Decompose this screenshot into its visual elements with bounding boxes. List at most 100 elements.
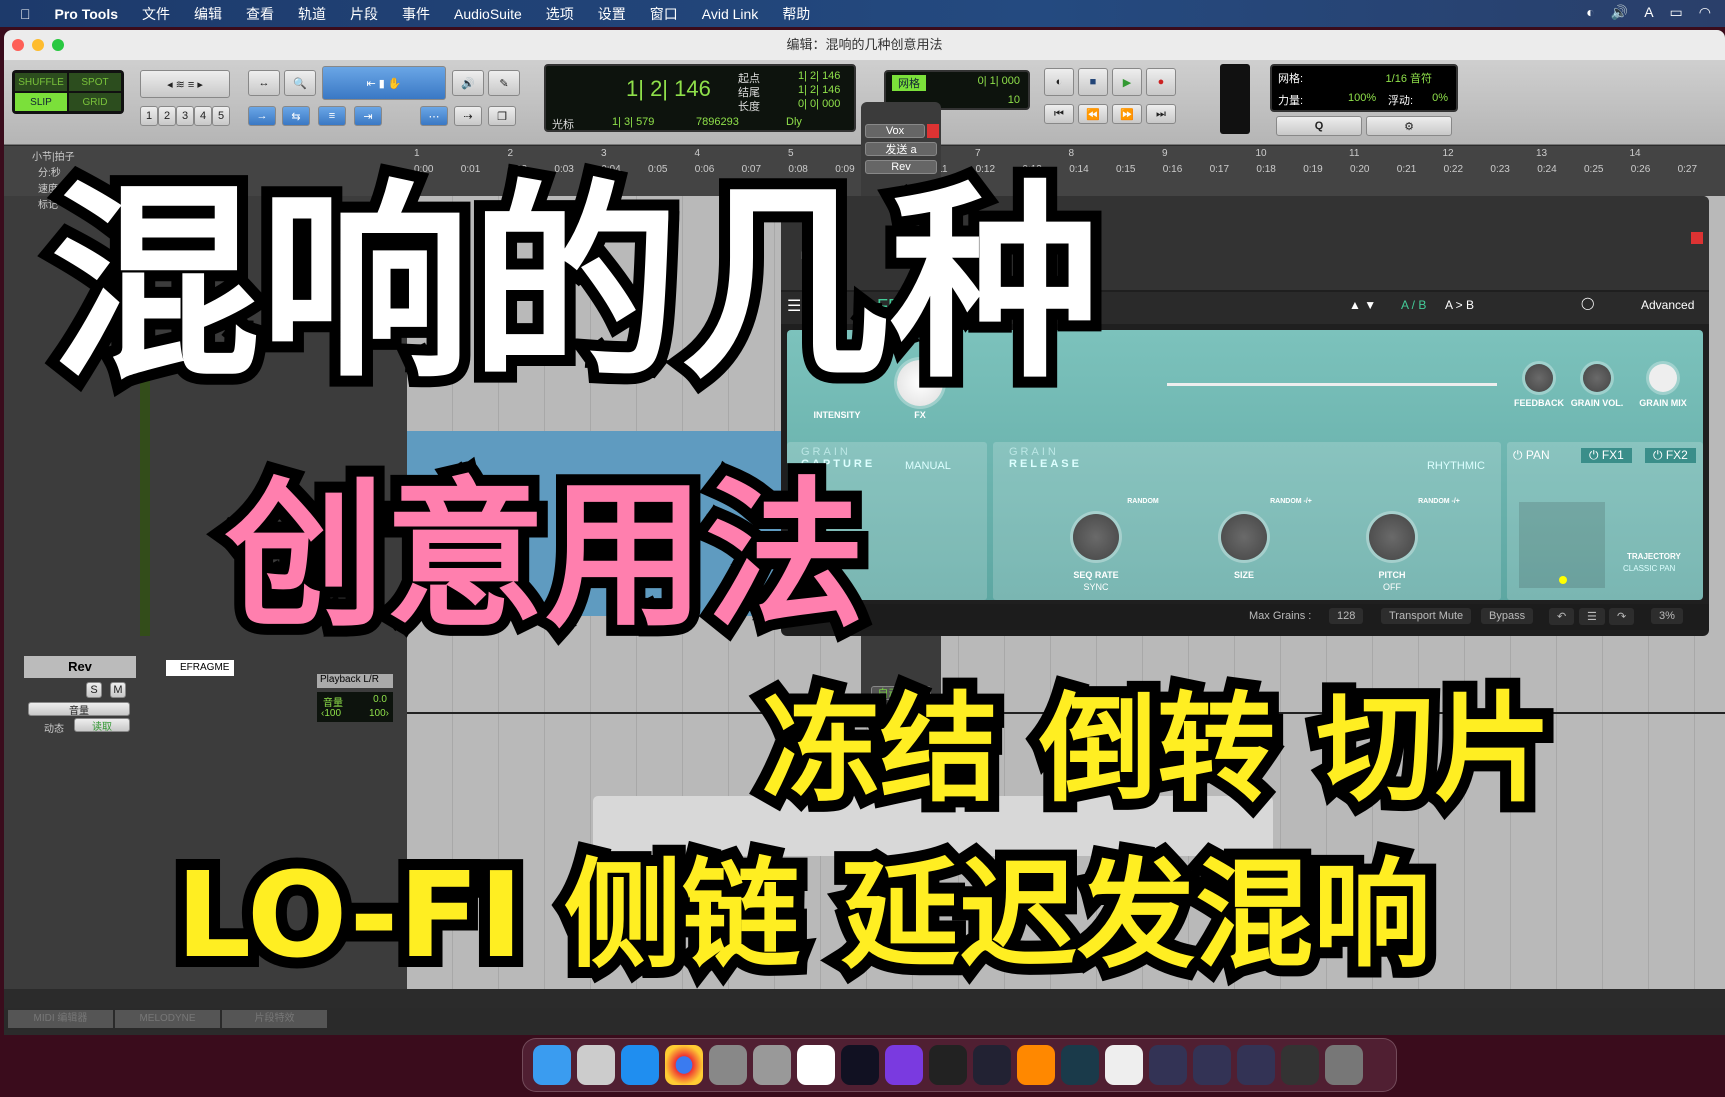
zoom-preset-3[interactable]: 3 xyxy=(176,106,194,126)
grid-value[interactable]: 0| 1| 000 xyxy=(978,75,1020,87)
trajectory-dot[interactable] xyxy=(1559,576,1567,584)
seq-rate-random[interactable]: RANDOM xyxy=(1103,498,1183,505)
tab-fx1[interactable]: ⏻ FX1 xyxy=(1581,448,1632,463)
tab-pan[interactable]: ⏻ PAN xyxy=(1513,448,1550,463)
grid-label[interactable]: 网格 xyxy=(892,75,926,91)
online-button[interactable]: ◐ xyxy=(1044,68,1074,96)
pitch-knob[interactable] xyxy=(1369,514,1415,560)
menu-app[interactable]: Pro Tools xyxy=(55,6,119,22)
grain-mix-knob[interactable] xyxy=(1649,364,1677,392)
preset-arrows-icon[interactable]: ▲ ▼ xyxy=(1349,298,1376,312)
play-button[interactable]: ▶ xyxy=(1112,68,1142,96)
output-knob-icon[interactable]: ◯ xyxy=(1581,296,1594,310)
size-knob[interactable] xyxy=(1221,514,1267,560)
insert-slot[interactable]: EFRAGME xyxy=(166,660,234,676)
quantize-grid-value[interactable]: 1/16 音符 xyxy=(1386,70,1432,86)
obs-icon[interactable] xyxy=(973,1045,1011,1085)
vol-value[interactable]: 0.0 xyxy=(373,694,387,705)
document-icon[interactable] xyxy=(1105,1045,1143,1085)
zoom-preset-5[interactable]: 5 xyxy=(212,106,230,126)
ab-toggle[interactable]: A / B xyxy=(1401,298,1426,312)
capture-mode-select[interactable]: MANUAL xyxy=(905,460,951,472)
max-grains-value[interactable]: 128 xyxy=(1329,608,1364,624)
tab-melodyne[interactable]: MELODYNE xyxy=(115,1010,220,1028)
mode-grid[interactable]: GRID xyxy=(69,93,121,111)
pitch-random[interactable]: RANDOM -/+ xyxy=(1399,498,1479,505)
menu-clip[interactable]: 片段 xyxy=(350,4,378,24)
pro-tools-icon[interactable] xyxy=(885,1045,923,1085)
strength-value[interactable]: 100% xyxy=(1348,92,1376,104)
close-button[interactable] xyxy=(12,39,24,51)
transport-mute-button[interactable]: Transport Mute xyxy=(1381,608,1472,624)
zoom-button[interactable] xyxy=(52,39,64,51)
system-settings-icon[interactable] xyxy=(709,1045,747,1085)
cloud-app-icon[interactable] xyxy=(797,1045,835,1085)
scrub-tool-icon[interactable]: 🔊 xyxy=(452,70,484,96)
output-select[interactable]: Playback L/R xyxy=(317,674,393,688)
solo-button[interactable]: S xyxy=(86,682,102,698)
menu-event[interactable]: 事件 xyxy=(402,4,430,24)
input-source-icon[interactable]: A xyxy=(1644,4,1653,21)
grain-vol-knob[interactable] xyxy=(1583,364,1611,392)
ui-zoom[interactable]: 3% xyxy=(1651,608,1683,624)
menu-track[interactable]: 轨道 xyxy=(298,4,326,24)
automation-read-select[interactable]: 读取 xyxy=(74,718,130,733)
finder-icon[interactable] xyxy=(533,1045,571,1085)
record-button[interactable]: ● xyxy=(1146,68,1176,96)
zoom-preset-1[interactable]: 1 xyxy=(140,106,158,126)
zoom-preset-4[interactable]: 4 xyxy=(194,106,212,126)
go-to-end-button[interactable]: ⏭ xyxy=(1146,104,1176,124)
apple-icon[interactable]:  xyxy=(20,6,31,22)
mode-shuffle[interactable]: SHUFFLE xyxy=(15,73,67,91)
terminal-icon[interactable] xyxy=(929,1045,967,1085)
advanced-button[interactable]: Advanced xyxy=(1641,298,1694,312)
mode-slip[interactable]: SLIP xyxy=(15,93,67,111)
a-to-b-button[interactable]: A > B xyxy=(1445,298,1474,312)
chrome-icon[interactable] xyxy=(665,1045,703,1085)
window-thumbnail-icon[interactable] xyxy=(1193,1045,1231,1085)
swing-value[interactable]: 0% xyxy=(1432,92,1448,104)
seq-rate-knob[interactable] xyxy=(1073,514,1119,560)
tab-clip-effects[interactable]: 片段特效 xyxy=(222,1010,327,1028)
menu-edit[interactable]: 编辑 xyxy=(194,4,222,24)
settings-gear-icon[interactable]: ⚙ xyxy=(1366,116,1452,136)
menu-help[interactable]: 帮助 xyxy=(782,4,810,24)
menu-avid-link[interactable]: Avid Link xyxy=(702,6,759,22)
vlc-icon[interactable] xyxy=(1017,1045,1055,1085)
send-select[interactable]: 发送 a xyxy=(865,142,937,156)
menu-file[interactable]: 文件 xyxy=(142,4,170,24)
trajectory-mode-select[interactable]: CLASSIC PAN xyxy=(1623,564,1675,573)
app-store-icon[interactable] xyxy=(621,1045,659,1085)
disk-utility-icon[interactable] xyxy=(753,1045,791,1085)
battery-icon[interactable]: ▭ xyxy=(1670,4,1683,21)
app-icon[interactable] xyxy=(841,1045,879,1085)
volume-icon[interactable]: 🔊 xyxy=(1611,4,1628,21)
insertion-follows-icon[interactable]: ⇥ xyxy=(354,106,382,126)
link-track-icon[interactable]: ≡ xyxy=(318,106,346,126)
wifi-icon[interactable]: ◠ xyxy=(1699,4,1711,21)
launchpad-icon[interactable] xyxy=(577,1045,615,1085)
trajectory-pad[interactable] xyxy=(1519,502,1605,588)
size-random[interactable]: RANDOM -/+ xyxy=(1251,498,1331,505)
tab-to-transient-icon[interactable]: → xyxy=(248,106,276,126)
zoom-waveform-button[interactable]: ◂ ≋ ≡ ▸ xyxy=(140,70,230,98)
fast-forward-button[interactable]: ⏩ xyxy=(1112,104,1142,124)
rewind-button[interactable]: ⏪ xyxy=(1078,104,1108,124)
zoomer-tool-icon[interactable]: 🔍 xyxy=(284,70,316,96)
status-icon[interactable]: ◐ xyxy=(1586,4,1594,21)
pan-left[interactable]: ‹100 xyxy=(321,708,341,719)
automation-follows-icon[interactable]: ⋯ xyxy=(420,106,448,126)
stop-button[interactable]: ■ xyxy=(1078,68,1108,96)
plugin-power-icon[interactable] xyxy=(1691,232,1703,244)
bypass-button[interactable]: Bypass xyxy=(1481,608,1534,624)
trash-icon[interactable] xyxy=(1325,1045,1363,1085)
quantize-button[interactable]: Q xyxy=(1276,116,1362,136)
audio-app-icon[interactable] xyxy=(1061,1045,1099,1085)
track-name-rev[interactable]: Rev xyxy=(24,656,136,678)
nudge-value[interactable]: 10 xyxy=(1008,94,1020,106)
menu-audiosuite[interactable]: AudioSuite xyxy=(454,6,522,22)
menu-setup[interactable]: 设置 xyxy=(598,4,626,24)
menu-view[interactable]: 查看 xyxy=(246,4,274,24)
zoom-toggle-icon[interactable]: ↔ xyxy=(248,70,280,96)
pencil-tool-icon[interactable]: ✎ xyxy=(488,70,520,96)
